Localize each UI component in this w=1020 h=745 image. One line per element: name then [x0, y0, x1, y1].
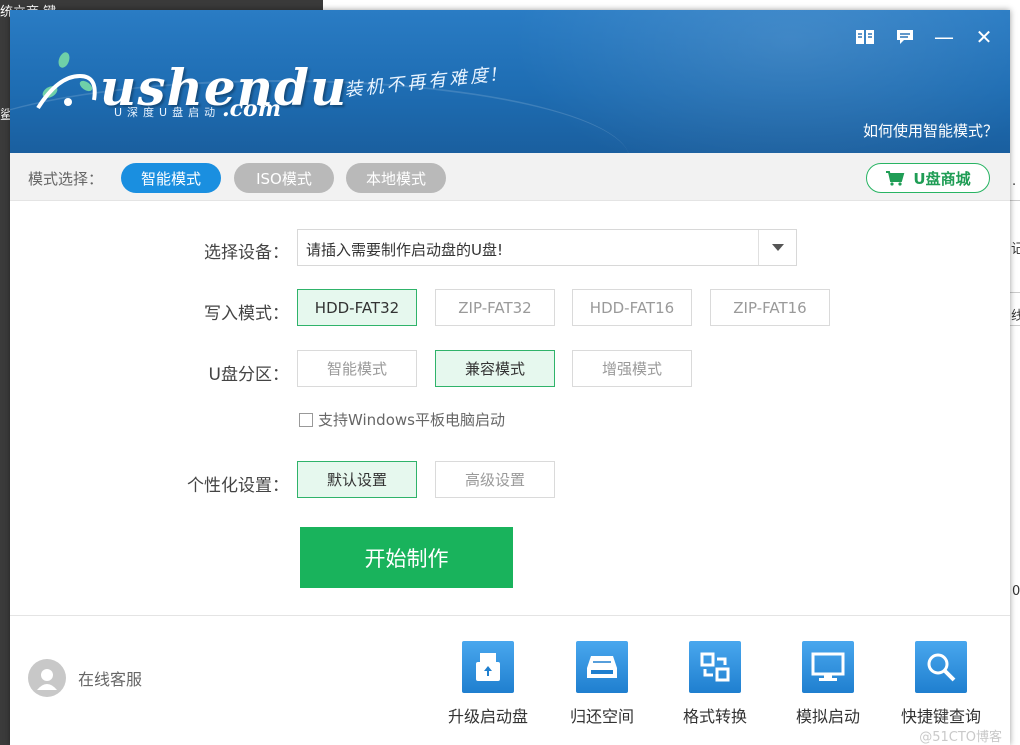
footer-divider — [10, 615, 1010, 616]
mode-tab-smart[interactable]: 智能模式 — [121, 163, 221, 193]
write-mode-hdd-fat16[interactable]: HDD-FAT16 — [572, 289, 692, 326]
personalize-label: 个性化设置： — [187, 476, 289, 496]
personalize-advanced[interactable]: 高级设置 — [435, 461, 555, 498]
write-mode-hdd-fat32[interactable]: HDD-FAT32 — [297, 289, 417, 326]
cart-icon — [886, 171, 905, 186]
monitor-icon — [802, 641, 854, 693]
partition-label: U盘分区： — [208, 365, 289, 385]
tool-upgrade-boot-disk[interactable]: 升级启动盘 — [432, 641, 544, 727]
tool-label: 快捷键查询 — [900, 707, 981, 726]
personalize-default[interactable]: 默认设置 — [297, 461, 417, 498]
convert-icon — [689, 641, 741, 693]
online-service-label: 在线客服 — [78, 670, 143, 689]
partition-smart[interactable]: 智能模式 — [297, 350, 417, 387]
brand-logo: ushendu U深度U盘启动 .com — [28, 40, 346, 130]
mode-label: 模式选择： — [28, 170, 104, 188]
online-service[interactable]: 在线客服 — [28, 659, 142, 697]
chevron-down-icon[interactable] — [758, 230, 796, 265]
desktop-divider — [1010, 292, 1020, 293]
tool-format-convert[interactable]: 格式转换 — [659, 641, 771, 727]
write-mode-label: 写入模式： — [204, 304, 289, 324]
tool-label: 格式转换 — [682, 707, 747, 726]
u-disk-shop-button[interactable]: U盘商城 — [866, 163, 990, 193]
desktop-text-fragment: 0 — [1012, 584, 1020, 599]
tablet-boot-checkbox[interactable] — [299, 412, 313, 427]
mode-tab-local[interactable]: 本地模式 — [346, 163, 446, 193]
tool-restore-space[interactable]: 归还空间 — [546, 641, 658, 727]
brand-subtitle: U深度U盘启动 — [114, 106, 221, 119]
message-icon[interactable] — [892, 24, 918, 50]
tool-simulate-boot[interactable]: 模拟启动 — [772, 641, 884, 727]
logo-swirl-icon — [36, 52, 97, 110]
tablet-boot-label: 支持Windows平板电脑启动 — [318, 411, 505, 429]
tool-label: 升级启动盘 — [447, 707, 528, 726]
app-header: ushendu U深度U盘启动 .com 装机不再有难度! — ✕ 如何使用智能… — [10, 10, 1010, 153]
write-mode-zip-fat32[interactable]: ZIP-FAT32 — [435, 289, 555, 326]
tool-hotkey-query[interactable]: 快捷键查询 — [885, 641, 997, 727]
desktop-text-fragment: 线 — [1011, 309, 1020, 324]
book-icon[interactable] — [852, 24, 878, 50]
desktop-divider — [1010, 325, 1020, 326]
device-label: 选择设备： — [204, 243, 289, 263]
mode-tab-iso[interactable]: ISO模式 — [234, 163, 334, 193]
watermark: @51CTO博客 — [919, 730, 1002, 745]
brand-domain: .com — [222, 96, 282, 122]
drive-icon — [576, 641, 628, 693]
help-link[interactable]: 如何使用智能模式？ — [863, 120, 998, 141]
mode-bar: 模式选择： 智能模式 ISO模式 本地模式 U盘商城 — [10, 153, 1010, 201]
device-select[interactable]: 请插入需要制作启动盘的U盘! — [297, 229, 797, 266]
desktop-text-fragment: · — [1012, 178, 1017, 193]
shop-label: U盘商城 — [913, 169, 971, 188]
device-value: 请插入需要制作启动盘的U盘! — [306, 241, 503, 259]
close-button[interactable]: ✕ — [971, 24, 997, 50]
tool-label: 归还空间 — [569, 707, 634, 726]
tool-label: 模拟启动 — [795, 707, 860, 726]
magnifier-icon — [915, 641, 967, 693]
user-avatar-icon — [28, 659, 66, 697]
start-make-button[interactable]: 开始制作 — [300, 527, 513, 588]
tablet-boot-option[interactable]: 支持Windows平板电脑启动 — [299, 409, 505, 430]
desktop-divider — [1010, 200, 1020, 201]
usb-upgrade-icon — [462, 641, 514, 693]
partition-enhanced[interactable]: 增强模式 — [572, 350, 692, 387]
minimize-button[interactable]: — — [931, 24, 957, 50]
write-mode-zip-fat16[interactable]: ZIP-FAT16 — [710, 289, 830, 326]
desktop-text-fragment: 记 — [1011, 242, 1020, 257]
partition-compatible[interactable]: 兼容模式 — [435, 350, 555, 387]
ushendu-window: ushendu U深度U盘启动 .com 装机不再有难度! — ✕ 如何使用智能… — [10, 10, 1010, 745]
